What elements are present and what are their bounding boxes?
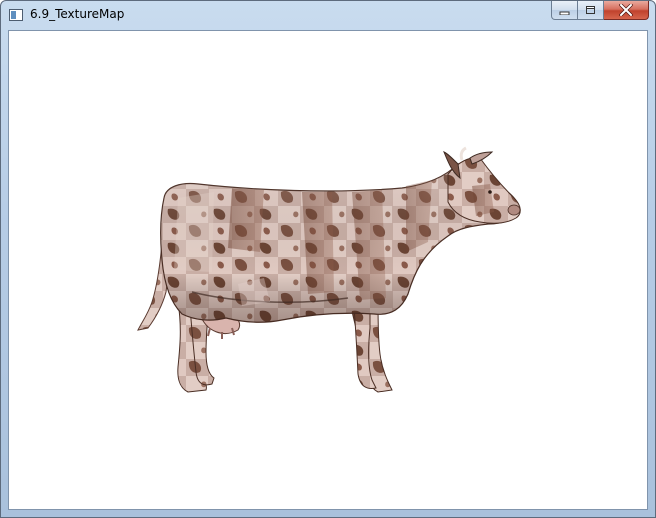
textured-cow-model xyxy=(137,146,521,393)
maximize-button[interactable] xyxy=(578,1,604,20)
close-button[interactable] xyxy=(604,1,649,20)
application-window-icon[interactable] xyxy=(9,9,23,21)
title-bar[interactable]: 6.9_TextureMap xyxy=(1,1,655,30)
window-bottom-border xyxy=(1,509,655,517)
minimize-button[interactable] xyxy=(551,1,578,20)
maximize-icon xyxy=(586,6,595,14)
minimize-icon xyxy=(559,11,570,15)
render-canvas[interactable] xyxy=(8,30,648,510)
window-title: 6.9_TextureMap xyxy=(30,7,125,21)
caption-buttons xyxy=(551,1,649,21)
close-icon xyxy=(619,4,633,16)
application-window: 6.9_TextureMap xyxy=(0,0,656,518)
